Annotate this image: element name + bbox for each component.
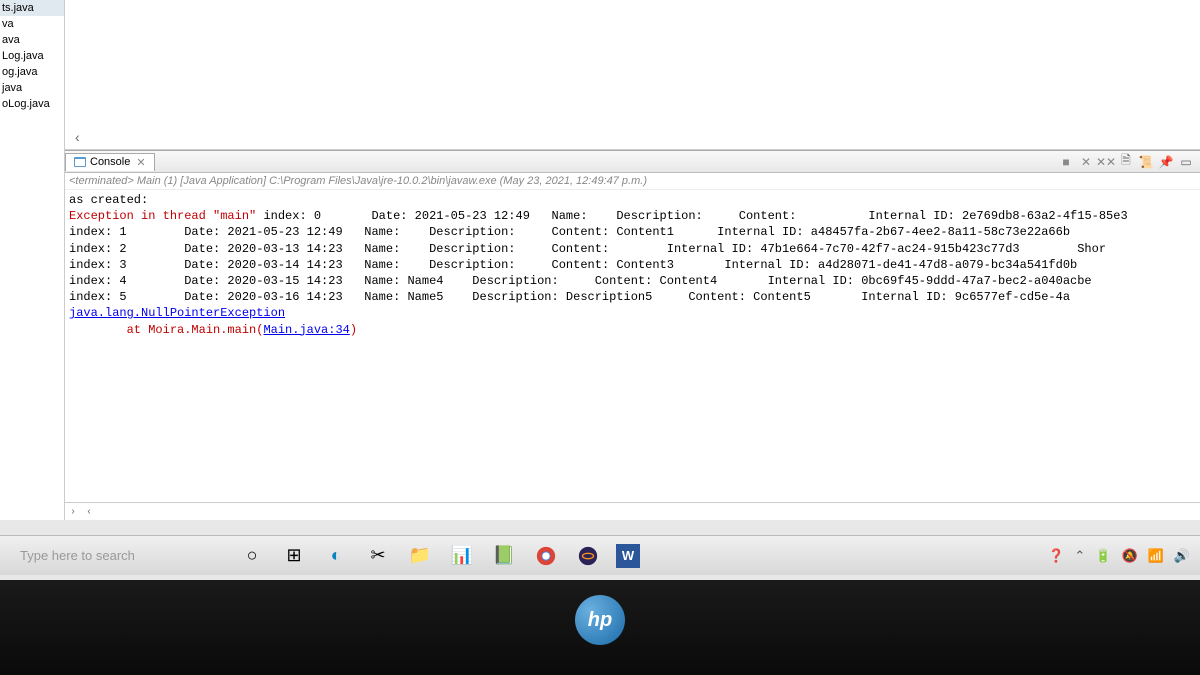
output-text: Date: 2020-03-16 14:23 — [184, 290, 342, 304]
windows-taskbar[interactable]: Type here to search ○ ⊞ ◐ ✂ 📁 📊 📗 W ❓ ⌃ … — [0, 535, 1200, 575]
stacktrace-text: at Moira.Main.main( — [127, 323, 264, 337]
output-text: Internal ID: 2e769db8-63a2-4f15-85e3 — [868, 209, 1127, 223]
output-text: Date: 2021-05-23 12:49 — [184, 225, 342, 239]
eclipse-icon[interactable] — [574, 542, 602, 570]
task-view-icon[interactable]: ⊞ — [280, 542, 308, 570]
output-text: Date: 2020-03-15 14:23 — [184, 274, 342, 288]
chrome-icon[interactable] — [532, 542, 560, 570]
scroll-left-icon[interactable]: ‹ — [81, 506, 97, 517]
horizontal-scrollbar[interactable]: › ‹ — [65, 502, 1200, 520]
output-text: Description: — [472, 274, 558, 288]
console-output[interactable]: as created: Exception in thread "main" i… — [65, 190, 1200, 502]
output-text: index: 4 — [69, 274, 127, 288]
app-icon[interactable]: 📗 — [490, 542, 518, 570]
output-text: index: 1 — [69, 225, 127, 239]
output-text: Internal ID: a48457fa-2b67-4ee2-8a11-58c… — [717, 225, 1070, 239]
output-text: Content: Content3 — [552, 258, 674, 272]
console-toolbar: ■ ✕ ✕✕ 🗎 📜 📌 ▭ — [1058, 154, 1200, 170]
output-text: Name: — [364, 258, 400, 272]
chevron-up-icon[interactable]: ⌃ — [1074, 548, 1085, 564]
output-text: Internal ID: 9c6577ef-cd5e-4a — [861, 290, 1070, 304]
file-item[interactable]: oLog.java — [0, 96, 64, 112]
app-icon[interactable]: 📊 — [448, 542, 476, 570]
system-tray[interactable]: ❓ ⌃ 🔋 🔕 📶 🔊 — [1048, 548, 1190, 564]
help-icon[interactable]: ❓ — [1048, 548, 1064, 564]
output-text: Description: — [429, 258, 515, 272]
output-text: Content: — [739, 209, 797, 223]
output-text: Description: — [429, 225, 515, 239]
file-item[interactable]: ts.java — [0, 0, 64, 16]
output-text: Content: Content1 — [552, 225, 674, 239]
file-item[interactable]: og.java — [0, 64, 64, 80]
scroll-right-icon[interactable]: › — [65, 506, 81, 517]
file-item[interactable]: java — [0, 80, 64, 96]
output-text: Date: 2020-03-13 14:23 — [184, 242, 342, 256]
output-text: index: 0 — [263, 209, 321, 223]
taskbar-search[interactable]: Type here to search — [10, 542, 210, 569]
output-text: Internal ID: a4d28071-de41-47d8-a079-bc3… — [724, 258, 1077, 272]
edge-icon[interactable]: ◐ — [322, 542, 350, 570]
output-text: Description: — [616, 209, 702, 223]
package-explorer[interactable]: ts.java va ava Log.java og.java java oLo… — [0, 0, 65, 520]
output-line: as created: — [69, 193, 148, 207]
remove-all-icon[interactable]: ✕✕ — [1098, 154, 1114, 170]
terminate-icon[interactable]: ■ — [1058, 154, 1074, 170]
cortana-icon[interactable]: ○ — [238, 542, 266, 570]
notifications-icon[interactable]: 🔕 — [1121, 548, 1137, 564]
output-text: Name: Name4 — [364, 274, 443, 288]
file-item[interactable]: va — [0, 16, 64, 32]
output-text: Description: — [429, 242, 515, 256]
file-item[interactable]: ava — [0, 32, 64, 48]
output-text: Name: — [552, 209, 588, 223]
console-panel: Console ✕ ■ ✕ ✕✕ 🗎 📜 📌 ▭ <terminated> Ma… — [65, 150, 1200, 520]
output-text: Shor — [1077, 242, 1106, 256]
output-text: index: 3 — [69, 258, 127, 272]
file-explorer-icon[interactable]: 📁 — [406, 542, 434, 570]
output-text: Content: Content4 — [595, 274, 717, 288]
word-icon[interactable]: W — [616, 544, 640, 568]
file-item[interactable]: Log.java — [0, 48, 64, 64]
console-status: <terminated> Main (1) [Java Application]… — [65, 173, 1200, 190]
volume-icon[interactable]: 🔊 — [1174, 548, 1190, 564]
collapse-icon[interactable]: ‹ — [75, 129, 80, 145]
output-text: Name: Name5 — [364, 290, 443, 304]
hp-logo: hp — [575, 595, 625, 645]
output-text: Internal ID: 47b1e664-7c70-42f7-ac24-915… — [667, 242, 1020, 256]
console-tab-label: Console — [90, 156, 130, 168]
output-text: Name: — [364, 242, 400, 256]
output-text: Content: — [552, 242, 610, 256]
remove-launch-icon[interactable]: ✕ — [1078, 154, 1094, 170]
output-text: Date: 2020-03-14 14:23 — [184, 258, 342, 272]
output-text: index: 5 — [69, 290, 127, 304]
battery-icon[interactable]: 🔋 — [1095, 548, 1111, 564]
output-text: Internal ID: 0bc69f45-9ddd-47a7-bec2-a04… — [768, 274, 1092, 288]
clear-console-icon[interactable]: 🗎 — [1118, 154, 1134, 170]
editor-pane[interactable]: ‹ — [65, 0, 1200, 150]
snip-icon[interactable]: ✂ — [364, 542, 392, 570]
console-tab[interactable]: Console ✕ — [65, 153, 155, 171]
output-text: Content: Content5 — [688, 290, 810, 304]
console-icon — [74, 156, 86, 168]
output-text: Date: 2021-05-23 12:49 — [371, 209, 529, 223]
exception-link[interactable]: java.lang.NullPointerException — [69, 306, 285, 320]
display-console-icon[interactable]: ▭ — [1178, 154, 1194, 170]
wifi-icon[interactable]: 📶 — [1148, 548, 1164, 564]
close-tab-icon[interactable]: ✕ — [136, 156, 145, 169]
scroll-lock-icon[interactable]: 📜 — [1138, 154, 1154, 170]
output-text: index: 2 — [69, 242, 127, 256]
stacktrace-text: ) — [350, 323, 357, 337]
pin-console-icon[interactable]: 📌 — [1158, 154, 1174, 170]
exception-text: Exception in thread "main" — [69, 209, 256, 223]
source-link[interactable]: Main.java:34 — [263, 323, 349, 337]
output-text: Description: Description5 — [472, 290, 652, 304]
output-text: Name: — [364, 225, 400, 239]
